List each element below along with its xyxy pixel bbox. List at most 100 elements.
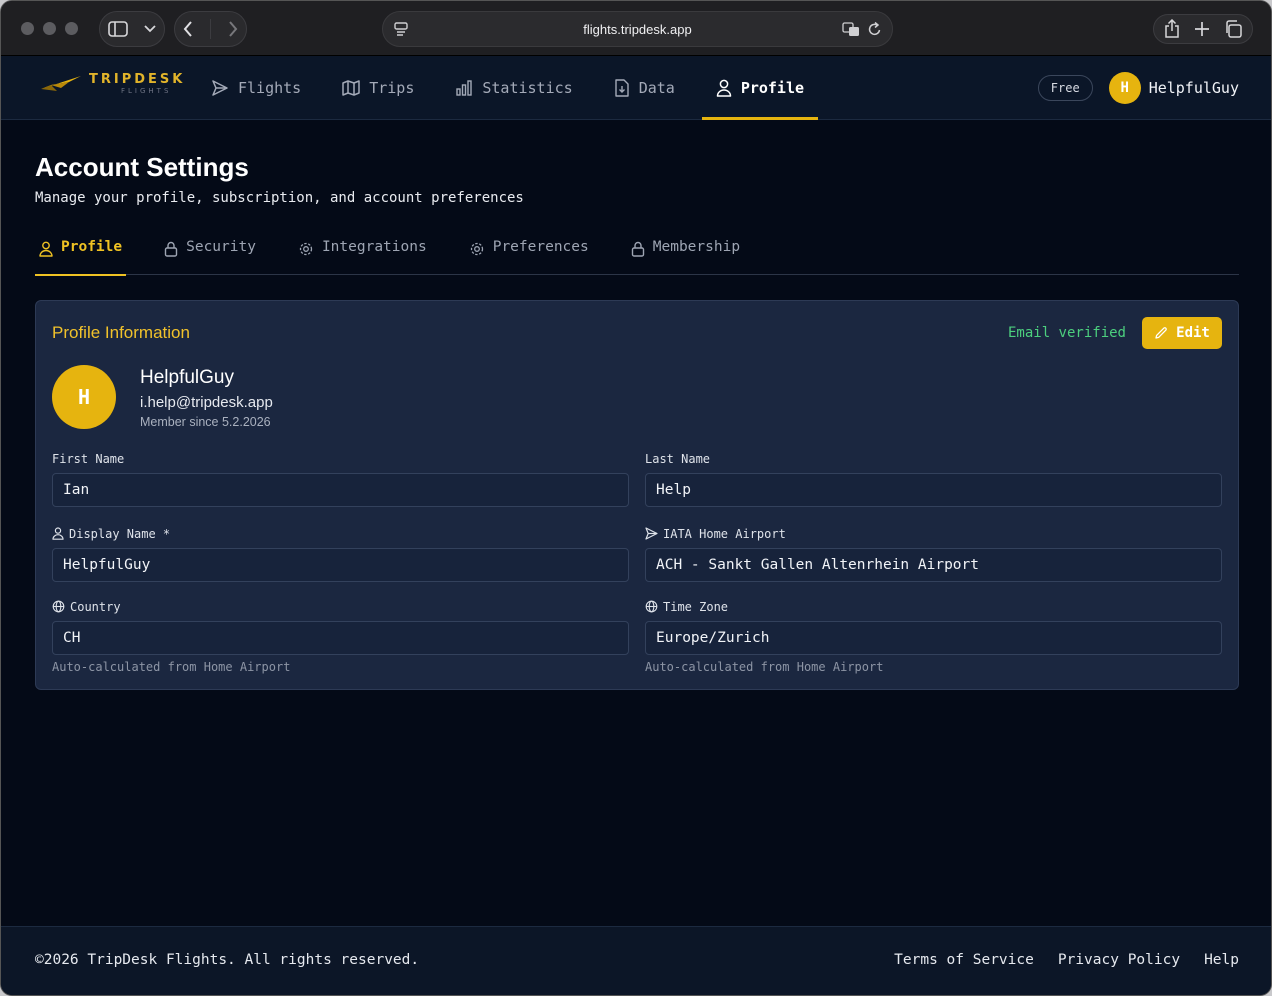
globe-icon (52, 600, 65, 613)
nav-label: Statistics (482, 79, 573, 97)
home-airport-label-row: IATA Home Airport (645, 525, 1222, 542)
help-link[interactable]: Help (1204, 952, 1239, 968)
lock-icon (164, 241, 178, 257)
card-title: Profile Information (52, 323, 190, 342)
nav-item-data[interactable]: Data (600, 56, 689, 120)
home-airport-label: IATA Home Airport (663, 526, 786, 541)
user-icon (52, 527, 64, 540)
privacy-policy-link[interactable]: Privacy Policy (1058, 952, 1180, 968)
profile-information-card: Profile Information Email verified Edit … (35, 300, 1239, 690)
sidebar-icon (108, 21, 128, 37)
copyright-text: ©2026 TripDesk Flights. All rights reser… (35, 952, 420, 968)
country-hint: Auto-calculated from Home Airport (52, 660, 291, 674)
tab-label: Integrations (321, 239, 427, 255)
edit-profile-button[interactable]: Edit (1142, 317, 1222, 349)
tab-label: Preferences (492, 239, 589, 255)
last-name-field[interactable]: Help (645, 473, 1222, 507)
map-icon (342, 80, 360, 96)
close-window-button[interactable] (21, 22, 34, 35)
terms-of-service-link[interactable]: Terms of Service (894, 952, 1034, 968)
chevron-down-icon[interactable] (144, 25, 156, 33)
display-name-field-group: Display Name * HelpfulGuy (52, 525, 629, 582)
plane-wing-logo-icon (41, 76, 81, 91)
nav-item-flights[interactable]: Flights (197, 56, 315, 120)
time-zone-field-group: Time Zone Europe/Zurich Auto-calculated … (645, 598, 1222, 674)
tripdesk-logo[interactable]: TRIPDESK FLIGHTS (39, 73, 185, 95)
paper-plane-icon (645, 527, 658, 540)
country-field-group: Country CH Auto-calculated from Home Air… (52, 598, 629, 674)
display-name-label-row: Display Name * (52, 525, 629, 542)
translate-icon[interactable] (842, 21, 860, 37)
profile-summary: H HelpfulGuy i.help@tripdesk.app Member … (52, 365, 1222, 450)
user-icon (39, 241, 53, 257)
page-title: Account Settings (35, 152, 249, 182)
tab-integrations[interactable]: Integrations (294, 237, 431, 275)
back-arrow-icon[interactable] (183, 21, 193, 37)
sidebar-toggle-button[interactable] (99, 11, 165, 47)
new-tab-icon[interactable] (1194, 21, 1210, 37)
time-zone-label-row: Time Zone (645, 598, 1222, 615)
minimize-window-button[interactable] (43, 22, 56, 35)
globe-icon (645, 600, 658, 613)
gear-icon (299, 242, 313, 256)
tab-overview-icon[interactable] (1224, 20, 1242, 38)
page-footer: ©2026 TripDesk Flights. All rights reser… (1, 926, 1271, 995)
avatar[interactable]: H (1108, 72, 1141, 104)
tab-profile[interactable]: Profile (35, 237, 127, 276)
nav-label: Trips (369, 79, 415, 97)
address-bar[interactable]: flights.tripdesk.app (382, 11, 893, 47)
browser-actions (1153, 14, 1253, 44)
nav-item-trips[interactable]: Trips (328, 56, 428, 120)
window-controls (21, 22, 78, 35)
lock-icon (631, 241, 644, 257)
display-name-label: Display Name * (69, 526, 171, 541)
tab-security[interactable]: Security (160, 237, 260, 275)
last-name-field-group: Last Name Help (645, 450, 1222, 507)
country-field[interactable]: CH (52, 621, 629, 655)
reload-icon[interactable] (868, 21, 882, 37)
tab-label: Membership (652, 239, 741, 255)
browser-window: flights.tripdesk.app TRIPDESK FLIGHTS Fl… (0, 0, 1272, 996)
page-menu-icon[interactable] (393, 21, 409, 37)
email-verified-status: Email verified (1007, 325, 1126, 341)
paper-plane-icon (212, 80, 228, 96)
tab-preferences[interactable]: Preferences (465, 237, 593, 275)
home-airport-field[interactable]: ACH - Sankt Gallen Altenrhein Airport (645, 548, 1222, 582)
forward-arrow-icon[interactable] (228, 21, 238, 37)
card-header: Profile Information Email verified Edit (52, 301, 1222, 365)
country-label-row: Country (52, 598, 629, 615)
nav-label: Flights (238, 79, 302, 97)
settings-tabs: Profile Security Integrations Preference… (35, 237, 1239, 276)
profile-form-row-2: Display Name * HelpfulGuy IATA Home Airp… (52, 525, 1222, 582)
time-zone-field[interactable]: Europe/Zurich (645, 621, 1222, 655)
share-icon[interactable] (1164, 19, 1180, 39)
user-area: Free H HelpfulGuy (1037, 72, 1239, 104)
display-name-field[interactable]: HelpfulGuy (52, 548, 629, 582)
nav-label: Profile (740, 79, 805, 97)
app-header: TRIPDESK FLIGHTS Flights Trips Statistic… (1, 56, 1271, 120)
username-label[interactable]: HelpfulGuy (1149, 79, 1239, 97)
footer-links: Terms of Service Privacy Policy Help (894, 952, 1239, 968)
member-since: Member since 5.2.2026 (140, 415, 271, 429)
first-name-label: First Name (52, 451, 125, 466)
profile-name: HelpfulGuy (140, 367, 234, 388)
last-name-label: Last Name (645, 451, 711, 466)
plan-badge[interactable]: Free (1037, 75, 1093, 101)
avatar: H (52, 365, 116, 429)
tab-membership[interactable]: Membership (627, 237, 744, 275)
first-name-field[interactable]: Ian (52, 473, 629, 507)
country-label: Country (70, 599, 121, 614)
nav-item-profile[interactable]: Profile (701, 56, 819, 120)
main-nav: Flights Trips Statistics Data Profile (197, 56, 831, 120)
logo-title: TRIPDESK (89, 72, 186, 87)
edit-label: Edit (1176, 325, 1210, 341)
pencil-icon (1155, 327, 1167, 339)
profile-form-row-3: Country CH Auto-calculated from Home Air… (52, 598, 1222, 674)
home-airport-field-group: IATA Home Airport ACH - Sankt Gallen Alt… (645, 525, 1222, 582)
bar-chart-icon (456, 80, 473, 96)
zoom-window-button[interactable] (65, 22, 78, 35)
time-zone-hint: Auto-calculated from Home Airport (645, 660, 884, 674)
browser-toolbar: flights.tripdesk.app (1, 1, 1271, 56)
nav-item-statistics[interactable]: Statistics (441, 56, 586, 120)
gear-icon (470, 242, 483, 256)
